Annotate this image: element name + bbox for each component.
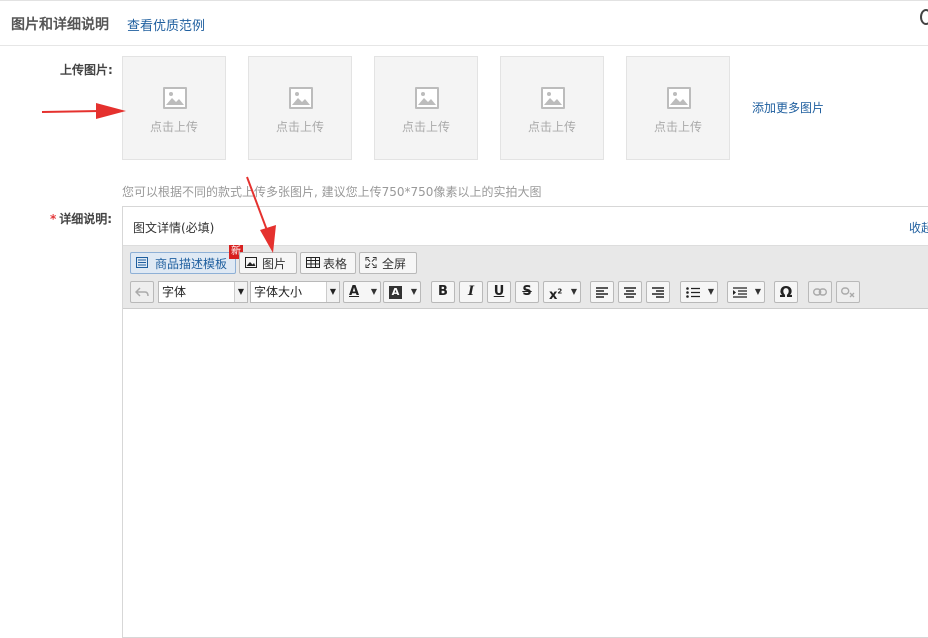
superscript-button[interactable]: x2 ▼ (543, 281, 581, 303)
align-right-icon (652, 287, 664, 298)
upload-label: 上传图片: (60, 63, 113, 77)
upload-box-label: 点击上传 (275, 120, 324, 134)
insert-image-label: 图片 (262, 257, 287, 271)
align-right-button[interactable] (646, 281, 670, 303)
dropdown-arrow-icon: ▼ (410, 287, 417, 296)
align-center-icon (624, 287, 636, 298)
dropdown-arrow-icon: ▼ (234, 282, 247, 302)
template-button-label: 商品描述模板 (155, 257, 228, 271)
template-button[interactable]: 商品描述模板 (130, 252, 236, 274)
annotation-arrow-icon (41, 103, 126, 119)
undo-icon (134, 287, 149, 297)
editor-title: 图文详情(必填) (133, 221, 215, 235)
unlink-icon (840, 287, 855, 298)
font-color-button[interactable]: A ▼ (343, 281, 381, 303)
special-char-button[interactable]: Ω (774, 281, 798, 303)
fullscreen-button[interactable]: 全屏 (359, 252, 417, 274)
insert-table-label: 表格 (323, 257, 348, 271)
dropdown-arrow-icon: ▼ (570, 287, 577, 296)
upload-box-4[interactable]: 点击上传 (500, 56, 604, 160)
rich-text-editor: 图文详情(必填) 收起 商品描述模板 新 图片 表格 全屏 字体 ▼ 字体大小 … (122, 206, 928, 638)
required-mark: * (50, 212, 57, 226)
background-color-button[interactable]: A ▼ (383, 281, 421, 303)
bullet-list-icon (686, 287, 700, 298)
background-color-icon: A (389, 286, 402, 299)
upload-box-label: 点击上传 (401, 120, 450, 134)
section-title: 图片和详细说明 (11, 17, 109, 33)
italic-button[interactable]: I (459, 281, 483, 303)
fullscreen-label: 全屏 (382, 257, 407, 271)
strikethrough-icon: S (522, 284, 532, 299)
upload-box-1[interactable]: 点击上传 (122, 56, 226, 160)
editor-content-area[interactable] (123, 309, 928, 637)
font-family-select[interactable]: 字体 ▼ (158, 281, 248, 303)
section-header: 图片和详细说明 查看优质范例 (0, 1, 928, 46)
help-icon[interactable] (920, 9, 928, 25)
table-icon (306, 257, 320, 268)
dropdown-arrow-icon: ▼ (707, 287, 714, 296)
view-examples-link[interactable]: 查看优质范例 (127, 15, 205, 34)
font-family-value: 字体 (162, 285, 187, 299)
image-placeholder-icon (289, 87, 313, 109)
indent-icon (733, 287, 747, 298)
image-icon (245, 257, 257, 268)
upload-box-label: 点击上传 (149, 120, 198, 134)
undo-button[interactable] (130, 281, 154, 303)
editor-toolbar: 商品描述模板 新 图片 表格 全屏 字体 ▼ 字体大小 ▼ A ▼ A ▼ B … (123, 245, 928, 309)
dropdown-arrow-icon: ▼ (370, 287, 377, 296)
detail-label-text: 详细说明: (59, 212, 113, 226)
upload-box-label: 点击上传 (653, 120, 702, 134)
align-left-button[interactable] (590, 281, 614, 303)
underline-icon: U (493, 284, 505, 299)
upload-box-3[interactable]: 点击上传 (374, 56, 478, 160)
add-more-images-link[interactable]: 添加更多图片 (752, 99, 824, 116)
image-placeholder-icon (541, 87, 565, 109)
fullscreen-icon (365, 257, 377, 268)
font-size-value: 字体大小 (254, 285, 303, 299)
image-placeholder-icon (667, 87, 691, 109)
dropdown-arrow-icon: ▼ (326, 282, 339, 302)
unlink-button[interactable] (836, 281, 860, 303)
omega-icon: Ω (779, 283, 793, 301)
link-button[interactable] (808, 281, 832, 303)
underline-button[interactable]: U (487, 281, 511, 303)
upload-box-2[interactable]: 点击上传 (248, 56, 352, 160)
dropdown-arrow-icon: ▼ (754, 287, 761, 296)
indent-button[interactable]: ▼ (727, 281, 765, 303)
strikethrough-button[interactable]: S (515, 281, 539, 303)
detail-label: * 详细说明: (50, 210, 112, 227)
image-placeholder-icon (415, 87, 439, 109)
font-size-select[interactable]: 字体大小 ▼ (250, 281, 340, 303)
template-icon (136, 257, 148, 268)
font-color-icon: A (349, 284, 360, 299)
align-left-icon (596, 287, 608, 298)
insert-image-button[interactable]: 图片 (239, 252, 297, 274)
collapse-link[interactable]: 收起 (909, 219, 928, 236)
bold-icon: B (438, 284, 448, 299)
upload-box-5[interactable]: 点击上传 (626, 56, 730, 160)
upload-box-label: 点击上传 (527, 120, 576, 134)
image-placeholder-icon (163, 87, 187, 109)
bold-button[interactable]: B (431, 281, 455, 303)
italic-icon: I (467, 284, 475, 299)
editor-header: 图文详情(必填) 收起 (123, 207, 928, 246)
list-button[interactable]: ▼ (680, 281, 718, 303)
link-icon (812, 288, 828, 296)
insert-table-button[interactable]: 表格 (300, 252, 356, 274)
superscript-icon: x2 (549, 288, 563, 304)
upload-hint: 您可以根据不同的款式上传多张图片, 建议您上传750*750像素以上的实拍大图 (122, 185, 542, 199)
align-center-button[interactable] (618, 281, 642, 303)
